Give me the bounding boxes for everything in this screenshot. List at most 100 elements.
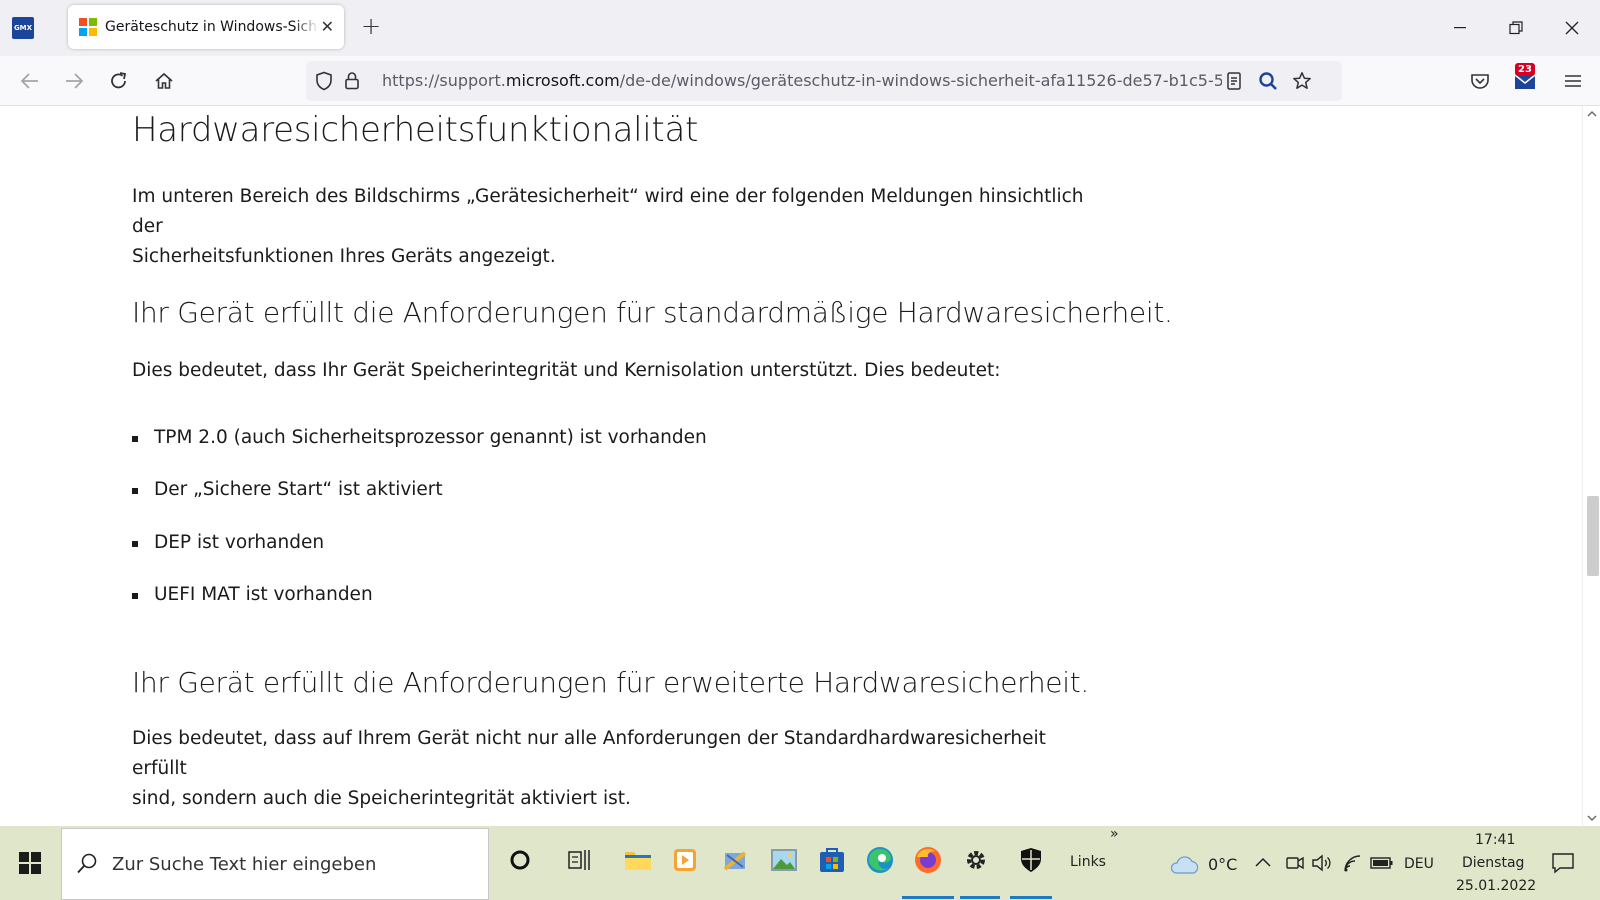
weather-temperature[interactable]: 0°C bbox=[1208, 855, 1237, 874]
address-bar[interactable]: https://support.microsoft.com/de-de/wind… bbox=[306, 61, 1342, 101]
toolbar-overflow-chevron[interactable]: » bbox=[1110, 826, 1119, 842]
reader-view-icon[interactable] bbox=[1224, 71, 1244, 91]
hamburger-menu-icon bbox=[1565, 75, 1581, 87]
extended-security-text: Dies bedeutet, dass auf Ihrem Gerät nich… bbox=[132, 724, 1092, 814]
back-button[interactable] bbox=[16, 67, 44, 95]
intro-paragraph: Im unteren Bereich des Bildschirms „Gerä… bbox=[132, 182, 1092, 272]
clock-time[interactable]: 17:41 bbox=[1475, 832, 1515, 848]
pocket-button[interactable] bbox=[1466, 67, 1494, 95]
back-arrow-icon bbox=[20, 73, 38, 89]
tab-close-icon[interactable]: ✕ bbox=[321, 17, 334, 37]
security-active-indicator bbox=[1010, 896, 1052, 899]
input-language[interactable]: DEU bbox=[1404, 856, 1434, 872]
edge-browser-icon bbox=[867, 847, 893, 873]
taskbar-settings[interactable] bbox=[956, 840, 996, 880]
taskbar-photos[interactable] bbox=[764, 840, 804, 880]
close-window-button[interactable] bbox=[1549, 10, 1595, 46]
volume-icon[interactable] bbox=[1311, 853, 1333, 873]
home-icon bbox=[155, 72, 173, 89]
taskbar-firefox[interactable] bbox=[908, 840, 948, 880]
weather-widget-icon[interactable] bbox=[1164, 844, 1204, 884]
taskbar-edge[interactable] bbox=[860, 840, 900, 880]
scroll-thumb[interactable] bbox=[1587, 496, 1599, 576]
section-heading: Hardwaresicherheitsfunktionalität bbox=[132, 110, 699, 150]
browser-tab-active[interactable]: Geräteschutz in Windows-Sicherheit ✕ bbox=[68, 5, 344, 49]
microsoft-logo-icon bbox=[79, 18, 97, 36]
close-icon bbox=[1565, 21, 1579, 35]
url-text[interactable]: https://support.microsoft.com/de-de/wind… bbox=[382, 71, 1222, 91]
url-prefix: https://support. bbox=[382, 71, 506, 90]
list-item: Der „Sichere Start“ ist aktiviert bbox=[132, 475, 443, 505]
store-bag-icon bbox=[820, 848, 844, 872]
list-item: DEP ist vorhanden bbox=[132, 528, 324, 558]
taskbar-media-player[interactable] bbox=[665, 840, 705, 880]
task-view-button[interactable] bbox=[560, 840, 600, 880]
windows-logo-icon bbox=[19, 852, 41, 874]
menu-button[interactable] bbox=[1559, 67, 1587, 95]
new-tab-button[interactable]: + bbox=[361, 14, 381, 38]
clock-weekday[interactable]: Dienstag bbox=[1462, 855, 1524, 871]
reload-button[interactable] bbox=[105, 67, 133, 95]
windows-taskbar: Zur Suche Text hier eingeben » Links 0°C bbox=[0, 826, 1600, 900]
taskbar-microsoft-store[interactable] bbox=[812, 840, 852, 880]
navigation-toolbar: https://support.microsoft.com/de-de/wind… bbox=[0, 56, 1600, 106]
forward-button[interactable] bbox=[60, 67, 88, 95]
minimize-button[interactable] bbox=[1437, 10, 1483, 46]
extended-line-1: Dies bedeutet, dass auf Ihrem Gerät nich… bbox=[132, 728, 1046, 779]
lock-icon[interactable] bbox=[342, 71, 362, 91]
list-item-text: Der „Sichere Start“ ist aktiviert bbox=[154, 479, 443, 500]
cortana-circle-icon bbox=[510, 850, 530, 870]
search-icon[interactable] bbox=[1258, 71, 1278, 91]
extended-line-2: sind, sondern auch die Speicherintegritä… bbox=[132, 788, 631, 809]
minimize-icon bbox=[1454, 27, 1466, 29]
links-toolbar[interactable]: Links bbox=[1070, 854, 1106, 870]
taskbar-file-explorer[interactable] bbox=[618, 840, 658, 880]
photo-viewer-icon bbox=[771, 849, 797, 871]
restore-button[interactable] bbox=[1493, 10, 1539, 46]
bullet-marker bbox=[132, 436, 138, 442]
url-path: /de-de/windows/geräteschutz-in-windows-s… bbox=[619, 71, 1222, 90]
reload-icon bbox=[111, 72, 127, 89]
list-item-text: TPM 2.0 (auch Sicherheitsprozessor genan… bbox=[154, 427, 707, 448]
start-button[interactable] bbox=[0, 826, 60, 900]
task-view-icon bbox=[568, 850, 590, 870]
taskbar-app-tools[interactable] bbox=[715, 840, 755, 880]
gear-icon bbox=[967, 851, 985, 869]
restore-icon bbox=[1509, 21, 1523, 35]
page-scrollbar[interactable] bbox=[1582, 106, 1600, 826]
show-hidden-icons-chevron-icon[interactable] bbox=[1254, 856, 1272, 868]
pocket-icon bbox=[1471, 74, 1489, 89]
firefox-active-indicator bbox=[902, 896, 954, 899]
battery-icon[interactable] bbox=[1370, 856, 1394, 870]
page-content: Hardwaresicherheitsfunktionalität Im unt… bbox=[0, 106, 1582, 826]
extended-security-heading: Ihr Gerät erfüllt die Anforderungen für … bbox=[132, 666, 1089, 699]
gmx-icon[interactable]: GMX bbox=[12, 17, 34, 39]
wifi-icon[interactable] bbox=[1342, 853, 1364, 873]
gmx-label: GMX bbox=[13, 24, 33, 32]
taskbar-search-box[interactable]: Zur Suche Text hier eingeben bbox=[61, 828, 489, 900]
shield-icon[interactable] bbox=[314, 71, 334, 91]
scroll-up-icon[interactable] bbox=[1587, 110, 1597, 118]
security-shield-icon bbox=[1021, 848, 1041, 872]
list-item: TPM 2.0 (auch Sicherheitsprozessor genan… bbox=[132, 423, 707, 453]
cortana-button[interactable] bbox=[500, 840, 540, 880]
taskbar-windows-security[interactable] bbox=[1011, 840, 1051, 880]
list-item-text: DEP ist vorhanden bbox=[154, 532, 325, 553]
video-player-icon bbox=[674, 849, 696, 871]
meet-now-icon[interactable] bbox=[1286, 854, 1304, 872]
clock-date[interactable]: 25.01.2022 bbox=[1456, 878, 1536, 894]
mail-count-badge: 23 bbox=[1515, 63, 1535, 76]
bullet-marker bbox=[132, 488, 138, 494]
scroll-down-icon[interactable] bbox=[1587, 814, 1597, 822]
standard-security-heading: Ihr Gerät erfüllt die Anforderungen für … bbox=[132, 296, 1173, 329]
home-button[interactable] bbox=[150, 67, 178, 95]
star-icon[interactable] bbox=[1292, 71, 1312, 91]
bullet-marker bbox=[132, 541, 138, 547]
list-item-text: UEFI MAT ist vorhanden bbox=[154, 584, 373, 605]
settings-active-indicator bbox=[960, 896, 1000, 899]
intro-line-1: Im unteren Bereich des Bildschirms „Gerä… bbox=[132, 186, 1084, 237]
tools-app-icon bbox=[723, 851, 747, 871]
tab-title: Geräteschutz in Windows-Sicherheit bbox=[105, 19, 319, 35]
notification-center-icon[interactable] bbox=[1551, 852, 1575, 874]
folder-icon bbox=[625, 852, 651, 870]
